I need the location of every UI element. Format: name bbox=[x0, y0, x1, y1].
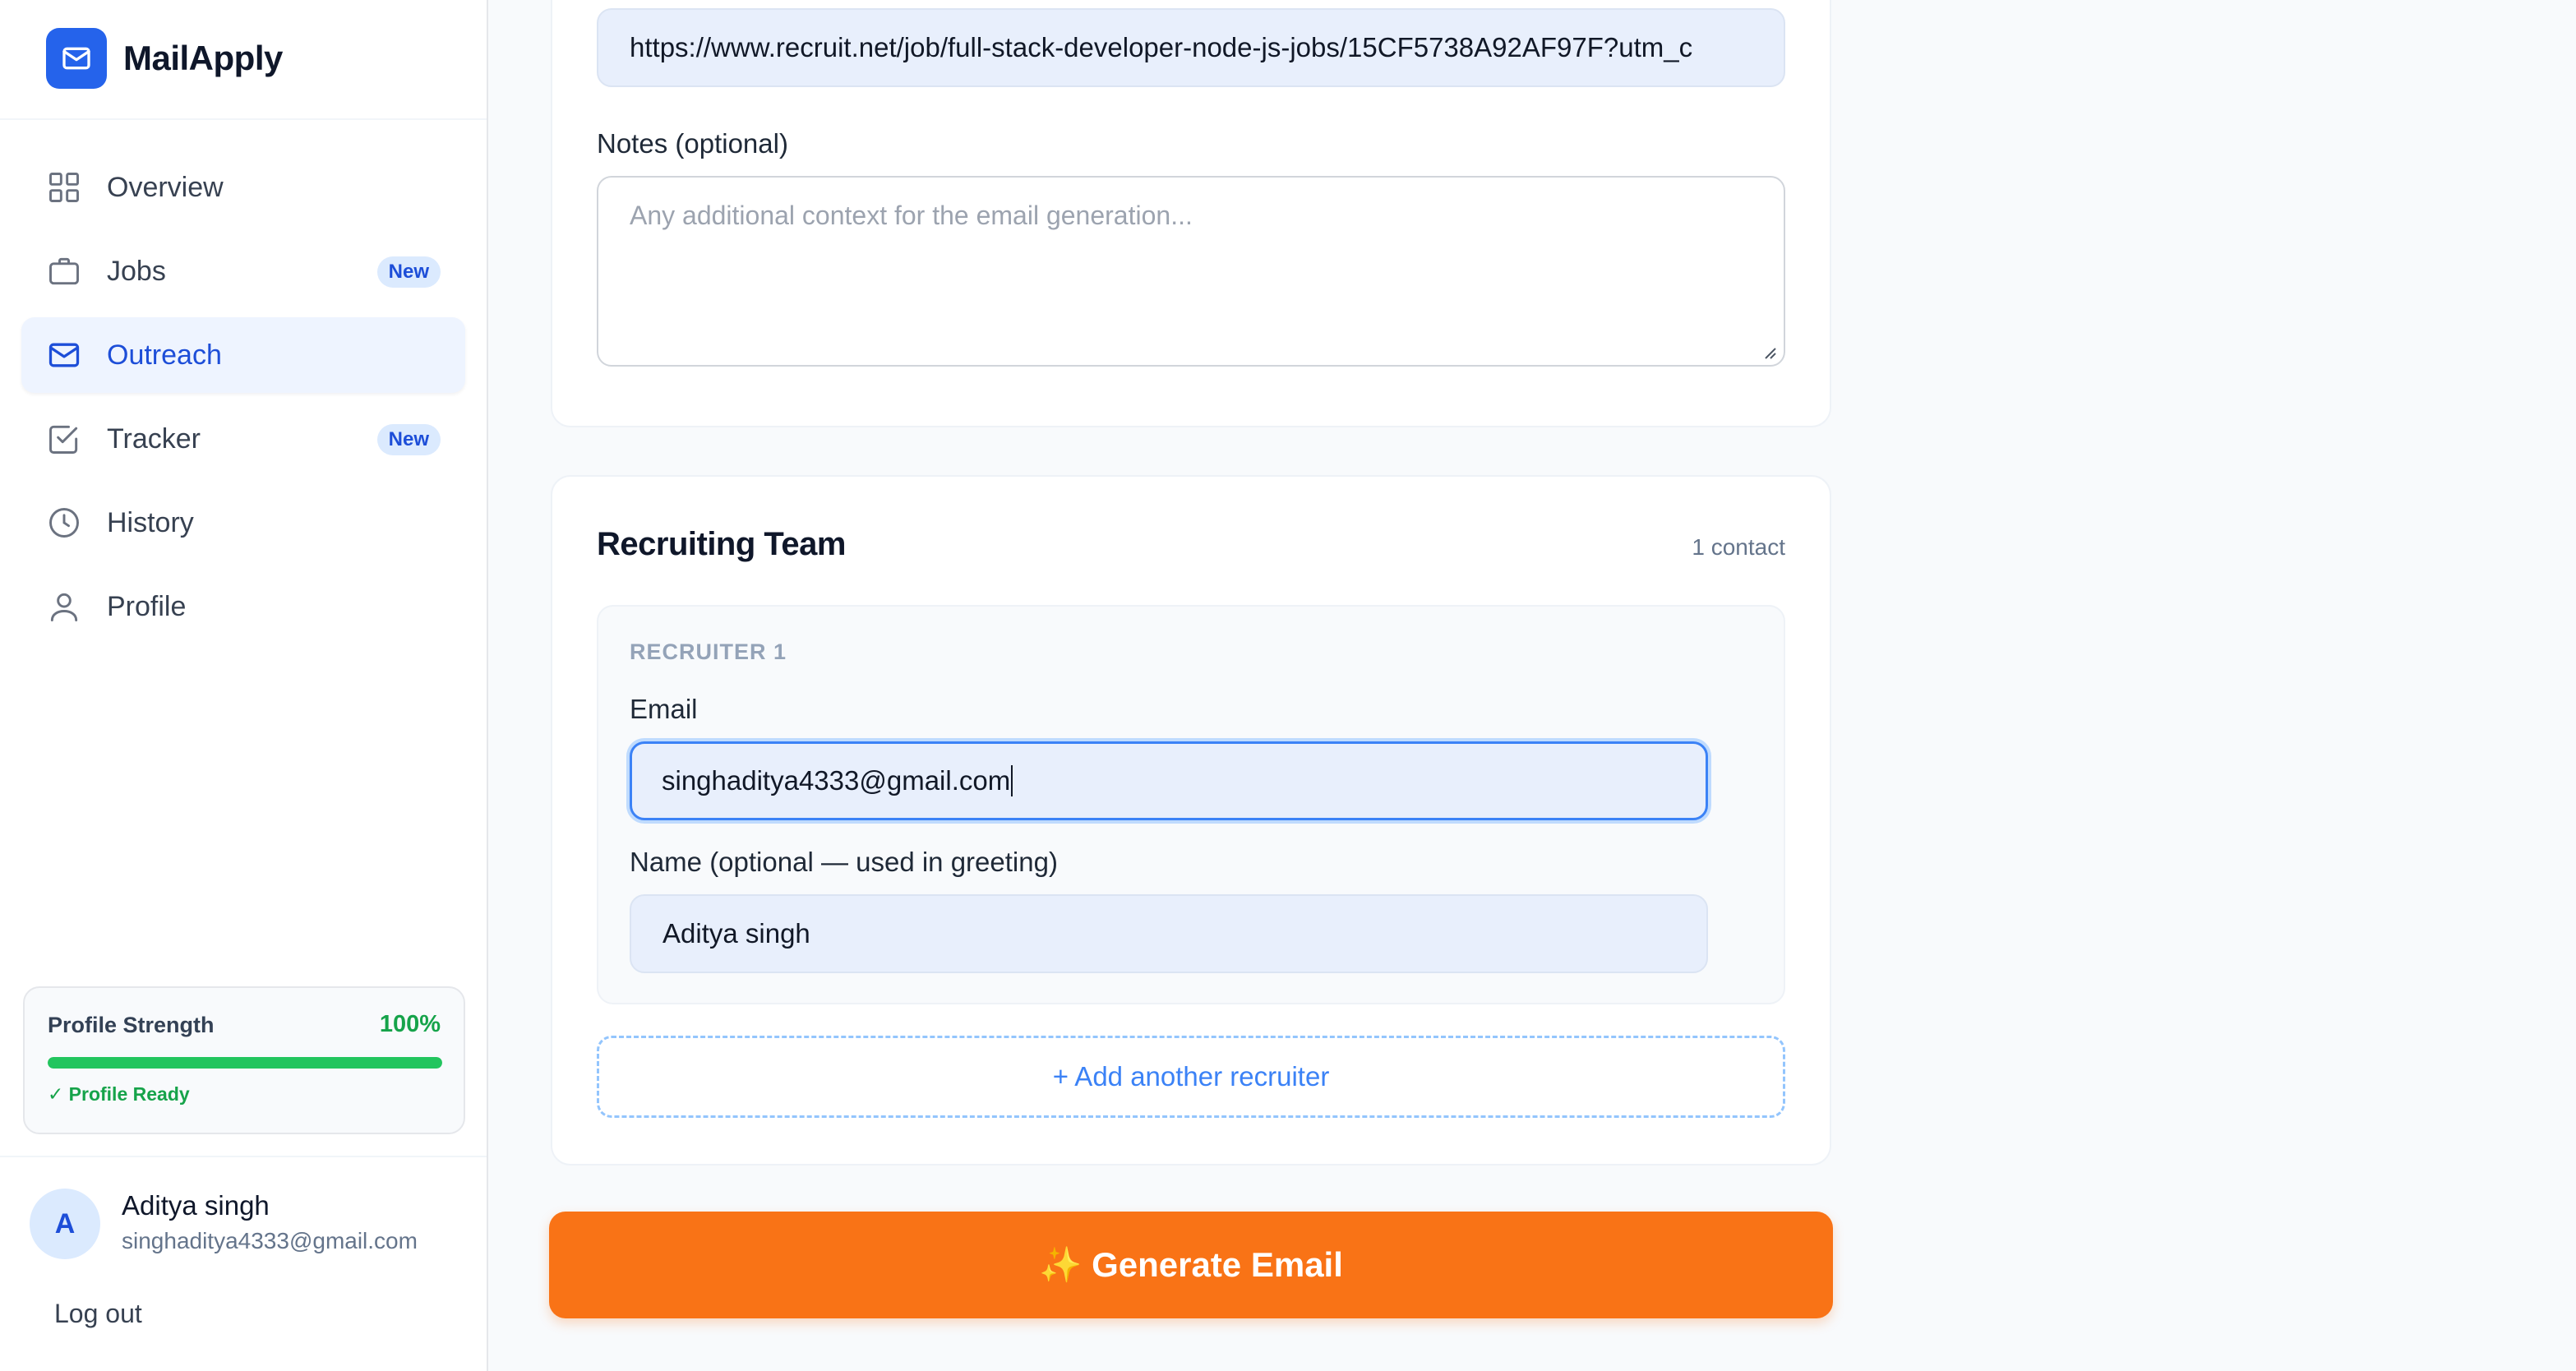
mail-logo-icon bbox=[46, 28, 107, 89]
notes-label: Notes (optional) bbox=[597, 128, 788, 159]
name-label: Name (optional — used in greeting) bbox=[630, 847, 1058, 877]
divider bbox=[0, 118, 487, 120]
generate-email-button[interactable]: ✨ Generate Email bbox=[549, 1212, 1833, 1318]
email-label: Email bbox=[630, 694, 698, 724]
profile-strength-title: Profile Strength bbox=[48, 1013, 215, 1037]
sidebar-item-label: History bbox=[107, 506, 194, 538]
sidebar: MailApply Overview Jobs New Outreach Tra… bbox=[0, 0, 488, 1371]
recruiter-heading: RECRUITER 1 bbox=[630, 639, 787, 664]
new-badge: New bbox=[376, 256, 441, 288]
user-email: singhaditya4333@gmail.com bbox=[122, 1228, 418, 1253]
sidebar-item-history[interactable]: History bbox=[21, 485, 465, 561]
avatar[interactable]: A bbox=[30, 1189, 100, 1259]
user-name: Aditya singh bbox=[122, 1190, 270, 1221]
sidebar-item-label: Profile bbox=[107, 590, 187, 622]
sidebar-item-label: Overview bbox=[107, 171, 224, 203]
grid-icon bbox=[46, 169, 82, 205]
user-icon bbox=[46, 589, 82, 625]
recruiter-email-value: singhaditya4333@gmail.com bbox=[662, 765, 1011, 796]
notes-placeholder: Any additional context for the email gen… bbox=[630, 201, 1193, 230]
sidebar-item-tracker[interactable]: Tracker New bbox=[21, 401, 465, 477]
mail-icon bbox=[46, 337, 82, 373]
profile-ready-status: ✓ Profile Ready bbox=[48, 1083, 190, 1105]
app-name: MailApply bbox=[123, 39, 283, 77]
brand[interactable]: MailApply bbox=[46, 28, 283, 89]
recruiting-team-title: Recruiting Team bbox=[597, 526, 846, 562]
profile-strength-percent: 100% bbox=[379, 1011, 441, 1037]
briefcase-icon bbox=[46, 253, 82, 289]
sidebar-nav: Overview Jobs New Outreach Tracker New H… bbox=[21, 150, 465, 653]
sidebar-item-jobs[interactable]: Jobs New bbox=[21, 233, 465, 309]
contact-count: 1 contact bbox=[1692, 534, 1785, 560]
recruiter-email-input[interactable]: singhaditya4333@gmail.com bbox=[630, 741, 1708, 820]
sidebar-item-outreach[interactable]: Outreach bbox=[21, 317, 465, 393]
resize-grip-icon[interactable] bbox=[1759, 342, 1777, 360]
job-url-input[interactable]: https://www.recruit.net/job/full-stack-d… bbox=[597, 8, 1785, 87]
new-badge: New bbox=[376, 424, 441, 455]
profile-strength-card: Profile Strength 100% ✓ Profile Ready bbox=[23, 986, 465, 1134]
sidebar-item-overview[interactable]: Overview bbox=[21, 150, 465, 225]
check-square-icon bbox=[46, 421, 82, 457]
sidebar-item-label: Tracker bbox=[107, 422, 201, 455]
divider bbox=[0, 1156, 487, 1157]
notes-textarea[interactable]: Any additional context for the email gen… bbox=[597, 176, 1785, 367]
profile-strength-bar bbox=[48, 1057, 442, 1069]
add-recruiter-button[interactable]: + Add another recruiter bbox=[597, 1036, 1785, 1118]
text-caret bbox=[1011, 765, 1013, 796]
sidebar-item-profile[interactable]: Profile bbox=[21, 569, 465, 644]
recruiter-name-input[interactable]: Aditya singh bbox=[630, 894, 1708, 973]
logout-link[interactable]: Log out bbox=[54, 1299, 142, 1329]
sidebar-item-label: Jobs bbox=[107, 255, 166, 287]
clock-icon bbox=[46, 505, 82, 541]
sidebar-item-label: Outreach bbox=[107, 339, 222, 371]
profile-strength-fill bbox=[48, 1057, 442, 1069]
